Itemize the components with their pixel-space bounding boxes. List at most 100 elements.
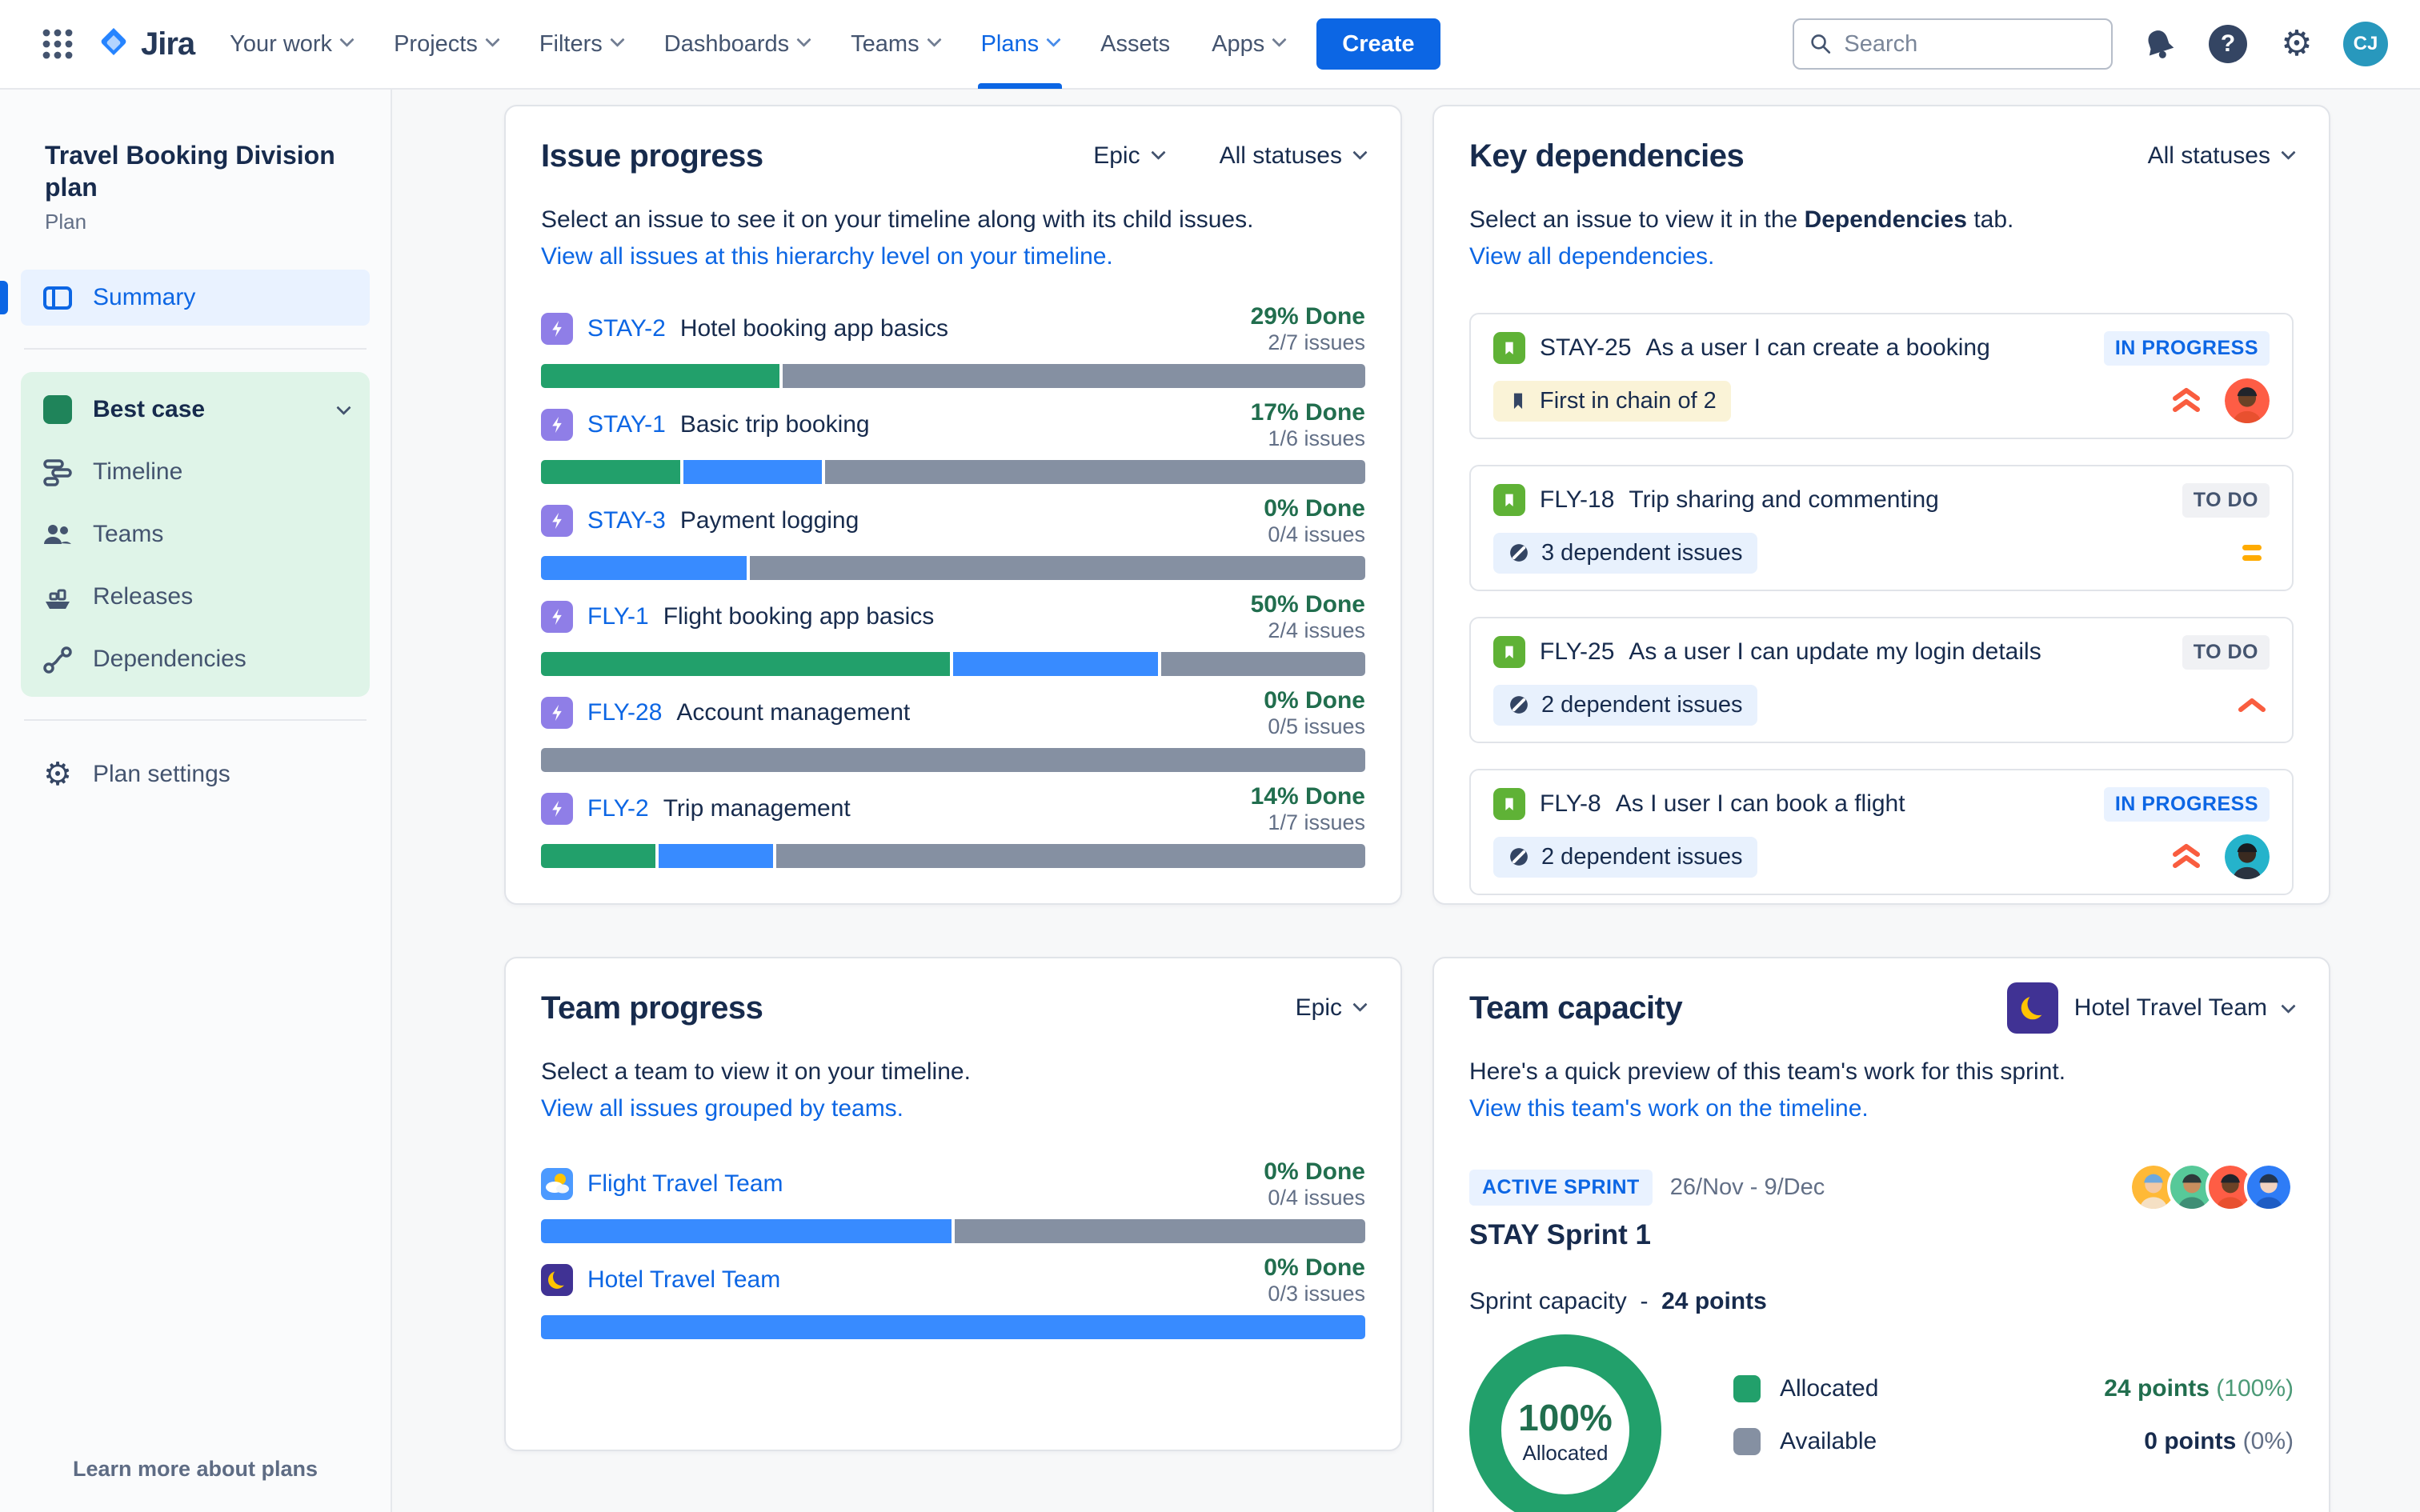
dependency-icon bbox=[1510, 696, 1528, 714]
done-percent: 0% Done bbox=[1264, 1254, 1365, 1281]
issue-row[interactable]: STAY-3 Payment logging 0% Done 0/4 issues bbox=[541, 494, 1365, 580]
sidebar-item-timeline[interactable]: Timeline bbox=[21, 441, 370, 503]
view-team-work-link[interactable]: View this team's work on the timeline. bbox=[1469, 1093, 2294, 1125]
assignee-avatar bbox=[2225, 834, 2270, 879]
story-icon bbox=[1493, 636, 1525, 668]
primary-nav: Your work Projects Filters Dashboards Te… bbox=[209, 0, 1440, 89]
status-filter-select[interactable]: All statuses bbox=[1220, 142, 1368, 170]
issue-key-link[interactable]: FLY-28 bbox=[587, 699, 662, 726]
issue-count: 0/4 issues bbox=[1268, 1185, 1365, 1210]
sidebar-item-summary[interactable]: Summary bbox=[0, 270, 370, 326]
issue-row[interactable]: STAY-1 Basic trip booking 17% Done 1/6 is… bbox=[541, 398, 1365, 484]
create-button[interactable]: Create bbox=[1316, 18, 1440, 70]
nav-apps[interactable]: Apps bbox=[1191, 0, 1305, 89]
dependency-card[interactable]: STAY-25 As a user I can create a booking… bbox=[1469, 313, 2294, 439]
view-all-issues-link[interactable]: View all issues at this hierarchy level … bbox=[541, 241, 1365, 273]
view-teams-link[interactable]: View all issues grouped by teams. bbox=[541, 1093, 1365, 1125]
nav-assets[interactable]: Assets bbox=[1080, 0, 1191, 89]
learn-more-link[interactable]: Learn more about plans bbox=[0, 1457, 391, 1482]
chevron-down-icon bbox=[796, 31, 811, 47]
dependent-issues-chip: 2 dependent issues bbox=[1493, 836, 1757, 878]
team-capacity-card: Team capacity Hotel Travel Team Here's a… bbox=[1432, 957, 2330, 1512]
summary-icon bbox=[43, 286, 72, 310]
sidebar-item-plan-settings[interactable]: ⚙ Plan settings bbox=[21, 743, 370, 806]
sidebar-item-releases[interactable]: Releases bbox=[21, 566, 370, 628]
issue-title: As I user I can book a flight bbox=[1615, 790, 1905, 817]
dependency-card[interactable]: FLY-8 As I user I can book a flight IN P… bbox=[1469, 769, 2294, 895]
priority-high-icon bbox=[2238, 698, 2266, 712]
issue-key-link[interactable]: STAY-1 bbox=[587, 411, 666, 438]
jira-logo[interactable]: Jira bbox=[90, 25, 209, 63]
issue-row[interactable]: FLY-28 Account management 0% Done 0/5 iss… bbox=[541, 686, 1365, 772]
issue-row[interactable]: FLY-1 Flight booking app basics 50% Done… bbox=[541, 590, 1365, 676]
status-filter-select[interactable]: All statuses bbox=[2148, 142, 2296, 170]
issue-progress-card: Issue progress Epic All statuses Select … bbox=[504, 105, 1402, 905]
nav-plans[interactable]: Plans bbox=[960, 0, 1080, 89]
team-select[interactable]: Hotel Travel Team bbox=[2006, 982, 2296, 1034]
dependency-card[interactable]: FLY-18 Trip sharing and commenting TO DO… bbox=[1469, 465, 2294, 591]
chevron-down-icon bbox=[926, 31, 942, 47]
nav-dashboards[interactable]: Dashboards bbox=[643, 0, 830, 89]
priority-highest-icon bbox=[2173, 388, 2200, 412]
issue-key-link[interactable]: STAY-3 bbox=[587, 507, 666, 534]
chevron-down-icon bbox=[1150, 144, 1166, 160]
issue-title: Account management bbox=[676, 699, 911, 726]
epic-icon bbox=[541, 697, 573, 729]
teams-icon bbox=[42, 518, 74, 550]
bar-segment-inprogress bbox=[541, 556, 747, 580]
nav-projects[interactable]: Projects bbox=[373, 0, 519, 89]
capacity-legend: Allocated 24 points (100%) Available 0 p… bbox=[1733, 1368, 2294, 1512]
issue-row[interactable]: FLY-2 Trip management 14% Done 1/7 issues bbox=[541, 782, 1365, 868]
nav-teams[interactable]: Teams bbox=[830, 0, 960, 89]
status-badge: TO DO bbox=[2182, 634, 2270, 670]
issue-key-link[interactable]: FLY-2 bbox=[587, 795, 649, 822]
notifications-icon[interactable] bbox=[2137, 22, 2182, 66]
search-input[interactable] bbox=[1844, 30, 2095, 58]
issue-key: FLY-18 bbox=[1540, 486, 1615, 513]
chevron-down-icon bbox=[1272, 31, 1287, 47]
done-percent: 14% Done bbox=[1250, 782, 1365, 810]
app-switcher-icon[interactable] bbox=[32, 18, 83, 70]
story-icon bbox=[1493, 788, 1525, 820]
bar-segment-done bbox=[541, 460, 680, 484]
scenario-selector[interactable]: Best case bbox=[21, 378, 370, 441]
card-title: Team capacity bbox=[1469, 990, 1683, 1026]
priority-medium-icon bbox=[2242, 545, 2262, 561]
scenario-section: Best case Timeline Teams Releases Depend… bbox=[21, 372, 370, 697]
dependency-card[interactable]: FLY-25 As a user I can update my login d… bbox=[1469, 617, 2294, 743]
assignee-avatar bbox=[2225, 378, 2270, 423]
card-description: Here's a quick preview of this team's wo… bbox=[1469, 1058, 2066, 1085]
user-avatar[interactable]: CJ bbox=[2343, 22, 2388, 66]
donut-label: Allocated bbox=[1522, 1440, 1609, 1465]
hierarchy-filter-select[interactable]: Epic bbox=[1296, 994, 1368, 1022]
issue-count: 0/5 issues bbox=[1268, 714, 1365, 738]
progress-bar bbox=[541, 1315, 1365, 1339]
help-icon[interactable]: ? bbox=[2206, 22, 2250, 66]
epic-icon bbox=[541, 313, 573, 345]
team-row[interactable]: Hotel Travel Team 0% Done 0/3 issues bbox=[541, 1253, 1365, 1339]
nav-filters[interactable]: Filters bbox=[519, 0, 643, 89]
issue-title: Basic trip booking bbox=[679, 411, 870, 438]
hierarchy-filter-select[interactable]: Epic bbox=[1093, 142, 1166, 170]
sidebar-item-dependencies[interactable]: Dependencies bbox=[21, 628, 370, 690]
card-description: Select an issue to see it on your timeli… bbox=[541, 206, 1254, 233]
team-row[interactable]: Flight Travel Team 0% Done 0/4 issues bbox=[541, 1157, 1365, 1243]
chevron-down-icon bbox=[1352, 996, 1368, 1012]
done-percent: 0% Done bbox=[1264, 1158, 1365, 1185]
nav-your-work[interactable]: Your work bbox=[209, 0, 373, 89]
member-avatar bbox=[2244, 1162, 2294, 1212]
team-name-link[interactable]: Flight Travel Team bbox=[587, 1170, 783, 1198]
team-name-link[interactable]: Hotel Travel Team bbox=[587, 1266, 780, 1294]
bar-segment-todo bbox=[541, 748, 1365, 772]
view-all-dependencies-link[interactable]: View all dependencies. bbox=[1469, 241, 2294, 273]
available-swatch bbox=[1733, 1428, 1761, 1455]
issue-key-link[interactable]: FLY-1 bbox=[587, 603, 649, 630]
done-percent: 29% Done bbox=[1250, 302, 1365, 330]
bookmark-icon bbox=[1513, 393, 1523, 410]
issue-row[interactable]: STAY-2 Hotel booking app basics 29% Done… bbox=[541, 302, 1365, 388]
global-search[interactable] bbox=[1793, 18, 2113, 70]
issue-key-link[interactable]: STAY-2 bbox=[587, 315, 666, 342]
settings-gear-icon[interactable]: ⚙ bbox=[2274, 22, 2319, 66]
dependency-list: STAY-25 As a user I can create a booking… bbox=[1469, 313, 2294, 895]
sidebar-item-teams[interactable]: Teams bbox=[21, 503, 370, 566]
